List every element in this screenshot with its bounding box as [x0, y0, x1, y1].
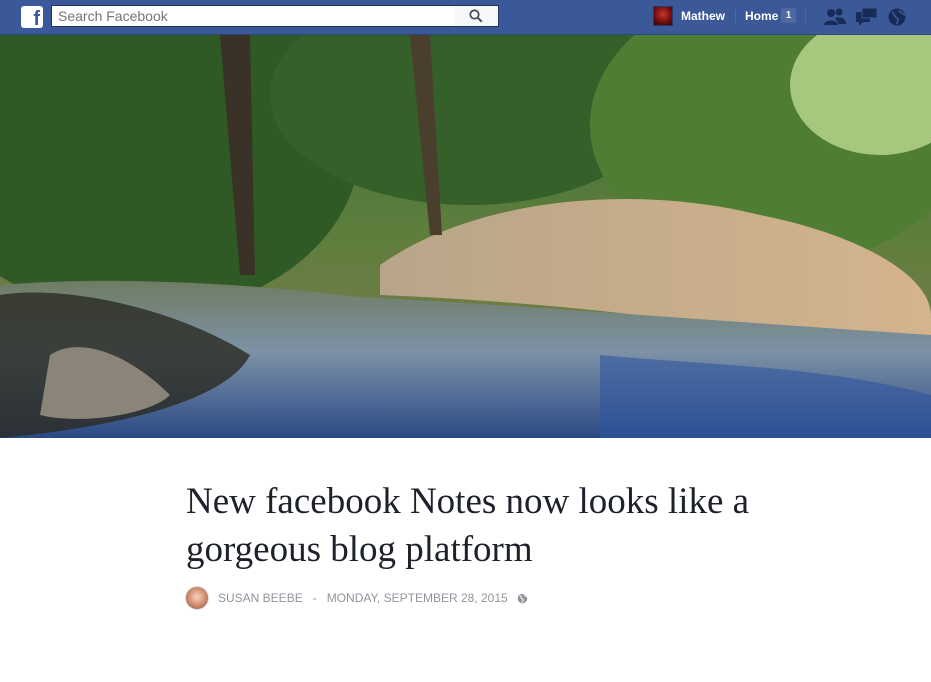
user-avatar: [653, 6, 673, 26]
notifications-button[interactable]: [886, 7, 908, 27]
author-name[interactable]: SUSAN BEEBE: [218, 591, 303, 605]
public-globe-icon: [517, 593, 527, 603]
search-button[interactable]: [454, 5, 499, 27]
note-title: New facebook Notes now looks like a gorg…: [186, 481, 750, 570]
messages-icon: [856, 7, 878, 26]
notifications-globe-icon: [888, 8, 906, 26]
facebook-logo-letter: f: [33, 8, 40, 30]
top-navigation-bar: f Mathew Home 1: [0, 0, 931, 35]
messages-button[interactable]: [855, 7, 878, 27]
facebook-logo[interactable]: f: [21, 6, 43, 30]
divider: [805, 10, 806, 24]
search-input[interactable]: [52, 6, 454, 26]
friend-requests-button[interactable]: [823, 7, 846, 27]
divider: [735, 10, 736, 24]
profile-link[interactable]: Mathew: [653, 5, 725, 27]
publish-date[interactable]: MONDAY, SEPTEMBER 28, 2015: [327, 591, 508, 605]
user-name: Mathew: [681, 9, 726, 23]
search-box: [51, 5, 455, 27]
note-byline: SUSAN BEEBE - MONDAY, SEPTEMBER 28, 2015: [185, 586, 528, 610]
byline-separator: -: [312, 591, 317, 605]
home-count-badge: 1: [781, 8, 796, 23]
cover-photo: [0, 35, 931, 438]
author-avatar[interactable]: [185, 586, 209, 610]
search-icon: [469, 9, 483, 23]
friend-requests-icon: [824, 8, 846, 25]
home-link[interactable]: Home: [745, 9, 778, 23]
